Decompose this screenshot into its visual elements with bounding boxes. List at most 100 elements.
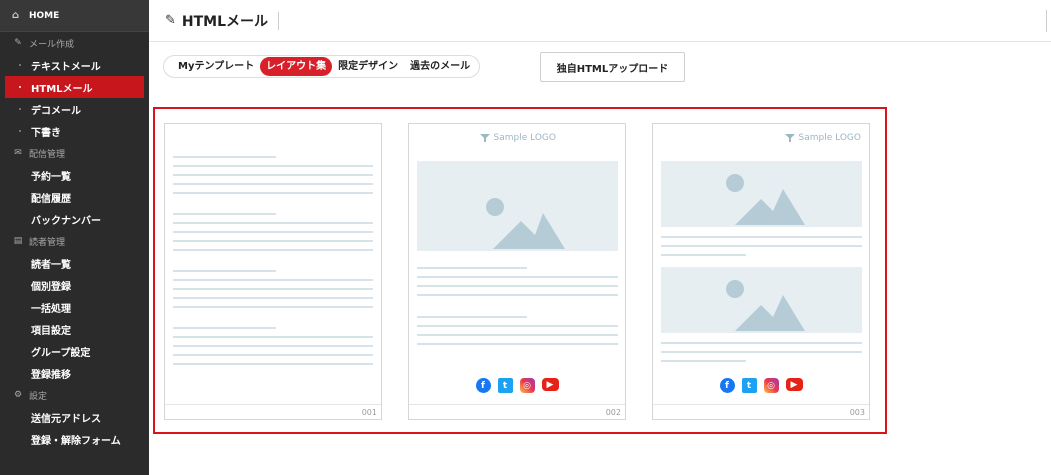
sidebar-item-backnumber[interactable]: バックナンバー [0,208,149,230]
facebook-icon: f [475,378,491,393]
sidebar-item-label: 登録・解除フォーム [31,435,121,447]
sidebar-section-settings: ⚙ 設定 [0,384,149,406]
text-line [417,325,618,327]
logo-mark-icon [784,134,795,142]
sidebar-item-sender-address[interactable]: 送信元アドレス [0,406,149,428]
sidebar-section-label: 配信管理 [29,149,66,160]
layout-card-003[interactable]: Sample LOGO f t ◎ ▶ 003 [652,123,870,420]
sidebar-item-registration-trend[interactable]: 登録推移 [0,362,149,384]
bullet-dot [19,64,21,66]
tab-layouts[interactable]: レイアウト集 [260,57,333,76]
text-line [173,183,373,185]
twitter-icon: t [497,378,513,393]
instagram-icon: ◎ [763,378,779,393]
sidebar-section-label: メール作成 [29,39,75,50]
sidebar-item-label: グループ設定 [31,347,91,359]
text-line [417,276,618,278]
text-line [173,174,373,176]
logo-text: Sample LOGO [493,133,556,143]
sidebar-item-group-settings[interactable]: グループ設定 [0,340,149,362]
logo-text: Sample LOGO [798,133,861,143]
sidebar-item-label: 下書き [31,127,61,139]
home-icon: ⌂ [12,10,20,21]
gear-icon: ⚙ [13,390,23,400]
text-line [661,254,746,256]
sidebar-item-label: 読者一覧 [31,259,71,271]
sidebar-item-label: テキストメール [31,61,101,73]
sidebar-item-reservations[interactable]: 予約一覧 [0,164,149,186]
sidebar-item-label: 配信履歴 [31,193,71,205]
sidebar-item-label: デコメール [31,105,81,117]
layout-number: 003 [849,408,865,417]
text-line [173,213,276,215]
text-line [173,165,373,167]
text-line [417,343,618,345]
text-line [173,345,373,347]
text-line [417,285,618,287]
bullet-dot [19,108,21,110]
text-line [661,342,862,344]
text-line [173,279,373,281]
template-tabs: Myテンプレート レイアウト集 限定デザイン 過去のメール [163,55,481,78]
text-line [173,327,276,329]
text-line [173,240,373,242]
sidebar-home[interactable]: ⌂ HOME [0,0,149,32]
card-footer-divider [409,404,625,405]
sidebar-item-reader-list[interactable]: 読者一覧 [0,252,149,274]
layout-number: 001 [361,408,377,417]
youtube-icon: ▶ [541,378,559,391]
sidebar-item-label: 送信元アドレス [31,413,101,425]
sidebar-item-html-mail[interactable]: HTMLメール [5,76,144,98]
sidebar-item-label: HTMLメール [31,83,93,95]
image-placeholder [417,161,618,251]
text-line [173,297,373,299]
image-icon [726,280,805,331]
sidebar-item-label: 予約一覧 [31,171,71,183]
sidebar-item-label: バックナンバー [31,215,101,227]
instagram-icon: ◎ [519,378,535,393]
sidebar-item-forms[interactable]: 登録・解除フォーム [0,428,149,450]
text-line [173,288,373,290]
sidebar-item-text-mail[interactable]: テキストメール [0,54,149,76]
layout-gallery: 001 Sample LOGO f t ◎ ▶ 002 Sample LOGO … [153,107,887,434]
database-icon: ▤ [13,236,23,246]
bullet-dot [19,86,21,88]
sidebar-item-label: 登録推移 [31,369,71,381]
text-line [661,245,862,247]
sidebar-section-label: 設定 [29,391,48,402]
sidebar-item-deco-mail[interactable]: デコメール [0,98,149,120]
tab-my-templates[interactable]: Myテンプレート [172,57,260,76]
text-line [173,192,373,194]
text-line [417,334,618,336]
sidebar-item-history[interactable]: 配信履歴 [0,186,149,208]
text-line [661,236,862,238]
logo-mark-icon [479,134,490,142]
sidebar-home-label: HOME [29,10,60,21]
tab-limited-designs[interactable]: 限定デザイン [332,57,404,76]
sidebar-item-bulk[interactable]: 一括処理 [0,296,149,318]
social-icons: f t ◎ ▶ [409,378,625,393]
sidebar-section-compose: ✎ メール作成 [0,32,149,54]
text-line [173,354,373,356]
page-header: ✎ HTMLメール [149,0,1051,42]
text-line [173,249,373,251]
sidebar-item-individual-register[interactable]: 個別登録 [0,274,149,296]
header-divider [1046,10,1047,32]
upload-html-button[interactable]: 独自HTMLアップロード [540,52,685,82]
facebook-icon: f [719,378,735,393]
sample-logo: Sample LOGO [479,133,556,143]
layout-card-002[interactable]: Sample LOGO f t ◎ ▶ 002 [408,123,626,420]
page-title: HTMLメール [181,13,269,30]
sidebar-item-label: 一括処理 [31,303,71,315]
sidebar-item-field-settings[interactable]: 項目設定 [0,318,149,340]
tab-past-mails[interactable]: 過去のメール [404,57,476,76]
sample-logo: Sample LOGO [784,133,861,143]
layout-card-001[interactable]: 001 [164,123,382,420]
social-icons: f t ◎ ▶ [653,378,869,393]
youtube-icon: ▶ [785,378,803,391]
sidebar-item-drafts[interactable]: 下書き [0,120,149,142]
text-line [173,231,373,233]
pencil-icon: ✎ [165,13,176,28]
sidebar-item-label: 個別登録 [31,281,71,293]
text-line [173,363,373,365]
